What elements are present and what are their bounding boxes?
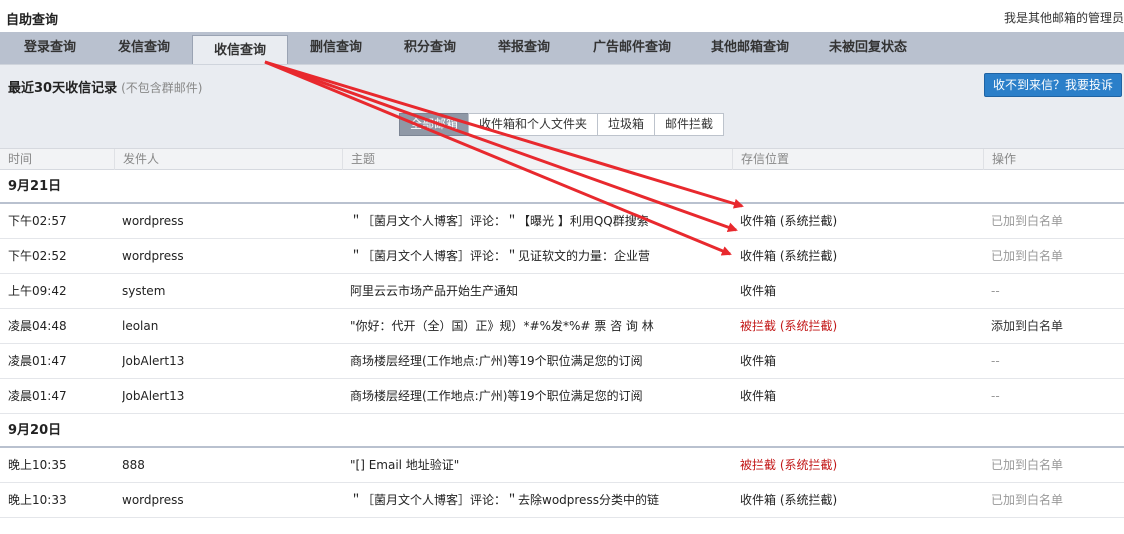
row-time: 凌晨01:47 [8,389,67,403]
row-action-status: 已加到白名单 [991,493,1064,507]
table-row: 凌晨04:48 leolan "你好：代开（全）国）正》规）*#%发*%# 票 … [0,309,1124,344]
tab-login-query[interactable]: 登录查询 [4,32,96,64]
table-row: 下午02:52 wordpress ＂［菌月文个人博客］评论：＂见证软文的力量：… [0,239,1124,274]
table-row: 下午02:57 wordpress ＂［菌月文个人博客］评论：＂【曝光 】利用Q… [0,204,1124,239]
table-row: 晚上10:35 888 "[] Email 地址验证" 被拦截 (系统拦截) 已… [0,448,1124,483]
tab-received-query[interactable]: 收信查询 [192,35,288,65]
row-action-status: 已加到白名单 [991,249,1064,263]
row-sender: wordpress [122,249,184,263]
complain-button[interactable]: 收不到来信？我要投诉 [984,73,1122,97]
row-time: 下午02:57 [8,214,67,228]
mail-log-table: 9月21日 下午02:57 wordpress ＂［菌月文个人博客］评论：＂【曝… [0,170,1124,518]
row-time: 下午02:52 [8,249,67,263]
row-time: 凌晨04:48 [8,319,67,333]
section-title: 最近30天收信记录 (不包含群邮件) [8,77,202,96]
row-subject: "你好：代开（全）国）正》规）*#%发*%# 票 咨 询 林 [350,319,654,333]
row-time: 上午09:42 [8,284,67,298]
row-sender: JobAlert13 [122,354,185,368]
admin-link[interactable]: 我是其他邮箱的管理员 [1004,9,1124,26]
column-subject: 主题 [342,149,732,170]
row-sender: system [122,284,166,298]
row-subject: 阿里云云市场产品开始生产通知 [350,284,519,298]
row-action-status: -- [991,389,1000,403]
table-header: 时间 发件人 主题 存信位置 操作 [0,148,1124,170]
row-sender: JobAlert13 [122,389,185,403]
row-subject: 商场楼层经理(工作地点:广州)等19个职位满足您的订阅 [350,389,643,403]
filter-panel: 最近30天收信记录 (不包含群邮件) 收不到来信？我要投诉 全部邮箱 收件箱和个人… [0,64,1124,148]
column-location: 存信位置 [732,149,983,170]
mailbox-filter: 全部邮箱 收件箱和个人文件夹 垃圾箱 邮件拦截 [399,113,725,136]
column-time: 时间 [8,152,33,166]
tab-ad-mail-query[interactable]: 广告邮件查询 [572,32,692,64]
tab-points-query[interactable]: 积分查询 [384,32,476,64]
top-bar: 自助查询 我是其他邮箱的管理员 [0,0,1124,32]
section-note: (不包含群邮件) [121,81,203,95]
row-subject: ＂［菌月文个人博客］评论：＂去除wodpress分类中的链 [350,493,659,507]
row-sender: leolan [122,319,159,333]
row-location: 收件箱 (系统拦截) [740,493,838,507]
tab-deleted-query[interactable]: 删信查询 [288,32,384,64]
row-sender: wordpress [122,493,184,507]
date-group-header: 9月21日 [0,170,1124,204]
tab-sent-query[interactable]: 发信查询 [96,32,192,64]
table-row: 凌晨01:47 JobAlert13 商场楼层经理(工作地点:广州)等19个职位… [0,379,1124,414]
row-action-status: 已加到白名单 [991,214,1064,228]
section-title-text: 最近30天收信记录 [8,81,118,96]
row-location: 被拦截 (系统拦截) [740,458,838,472]
row-action-status: -- [991,354,1000,368]
filter-all-mailboxes[interactable]: 全部邮箱 [399,113,470,136]
row-time: 凌晨01:47 [8,354,67,368]
tab-other-mailbox-query[interactable]: 其他邮箱查询 [692,32,808,64]
date-group-header: 9月20日 [0,414,1124,448]
row-sender: 888 [122,458,145,472]
row-subject: ＂［菌月文个人博客］评论：＂【曝光 】利用QQ群搜索 [350,214,649,228]
filter-intercepted[interactable]: 邮件拦截 [654,113,725,136]
column-action: 操作 [983,149,1124,170]
tab-bar: 登录查询 发信查询 收信查询 删信查询 积分查询 举报查询 广告邮件查询 其他邮… [0,32,1124,65]
row-time: 晚上10:33 [8,493,67,507]
filter-spam[interactable]: 垃圾箱 [597,113,656,136]
row-action-status: 已加到白名单 [991,458,1064,472]
row-location: 收件箱 [740,354,777,368]
row-time: 晚上10:35 [8,458,67,472]
row-location: 被拦截 (系统拦截) [740,319,838,333]
table-row: 凌晨01:47 JobAlert13 商场楼层经理(工作地点:广州)等19个职位… [0,344,1124,379]
row-location: 收件箱 [740,389,777,403]
table-row: 上午09:42 system 阿里云云市场产品开始生产通知 收件箱 -- [0,274,1124,309]
row-location: 收件箱 (系统拦截) [740,214,838,228]
add-to-whitelist-link[interactable]: 添加到白名单 [991,309,1121,343]
page-title: 自助查询 [6,13,59,28]
row-location: 收件箱 (系统拦截) [740,249,838,263]
filter-inbox-and-folders[interactable]: 收件箱和个人文件夹 [468,113,599,136]
column-sender: 发件人 [114,149,342,170]
row-subject: ＂［菌月文个人博客］评论：＂见证软文的力量：企业营 [350,249,651,263]
tab-report-query[interactable]: 举报查询 [476,32,572,64]
row-location: 收件箱 [740,284,777,298]
table-row: 晚上10:33 wordpress ＂［菌月文个人博客］评论：＂去除wodpre… [0,483,1124,518]
tab-no-reply-status[interactable]: 未被回复状态 [808,32,928,64]
row-subject: "[] Email 地址验证" [350,458,460,472]
row-subject: 商场楼层经理(工作地点:广州)等19个职位满足您的订阅 [350,354,643,368]
row-action-status: -- [991,284,1000,298]
row-sender: wordpress [122,214,184,228]
